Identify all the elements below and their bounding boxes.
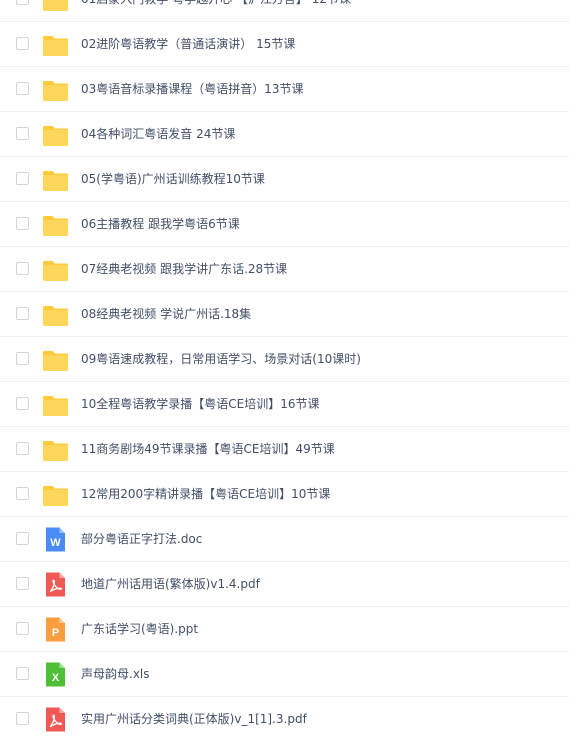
folder-icon[interactable] — [42, 256, 69, 283]
select-checkbox[interactable] — [16, 532, 29, 545]
file-row[interactable]: P 广东话学习(粤语).ppt — [0, 607, 569, 652]
file-row[interactable]: 05(学粤语)广州话训练教程10节课 — [0, 157, 569, 202]
file-row[interactable]: 12常用200字精讲录播【粤语CE培训】10节课 — [0, 472, 569, 517]
file-row[interactable]: X 声母韵母.xls — [0, 652, 569, 697]
file-list: 01启蒙入门教学 粤学越开心 【沪江方言】 12节课 02进阶粤语教学（普通话演讲… — [0, 0, 569, 733]
select-checkbox[interactable] — [16, 352, 29, 365]
folder-icon[interactable] — [42, 31, 69, 58]
file-name[interactable]: 地道广州话用语(繁体版)v1.4.pdf — [81, 575, 260, 593]
file-row[interactable]: 01启蒙入门教学 粤学越开心 【沪江方言】 12节课 — [0, 0, 569, 22]
folder-icon[interactable] — [42, 211, 69, 238]
file-name[interactable]: 09粤语速成教程，日常用语学习、场景对话(10课时) — [81, 350, 361, 368]
folder-icon[interactable] — [42, 166, 69, 193]
select-checkbox[interactable] — [16, 622, 29, 635]
file-name[interactable]: 03粤语音标录播课程（粤语拼音）13节课 — [81, 80, 304, 98]
file-row[interactable]: 08经典老视频 学说广州话.18集 — [0, 292, 569, 337]
select-checkbox[interactable] — [16, 667, 29, 680]
file-row[interactable]: 10全程粤语教学录播【粤语CE培训】16节课 — [0, 382, 569, 427]
folder-icon[interactable] — [42, 391, 69, 418]
file-row[interactable]: 06主播教程 跟我学粤语6节课 — [0, 202, 569, 247]
folder-icon[interactable] — [42, 481, 69, 508]
folder-icon[interactable] — [42, 121, 69, 148]
select-checkbox[interactable] — [16, 487, 29, 500]
select-checkbox[interactable] — [16, 442, 29, 455]
pdf-icon[interactable] — [42, 571, 69, 598]
select-checkbox[interactable] — [16, 217, 29, 230]
file-name[interactable]: 实用广州话分类词典(正体版)v_1[1].3.pdf — [81, 710, 307, 728]
file-name[interactable]: 广东话学习(粤语).ppt — [81, 620, 198, 638]
folder-icon[interactable] — [42, 76, 69, 103]
file-row[interactable]: 地道广州话用语(繁体版)v1.4.pdf — [0, 562, 569, 607]
svg-text:W: W — [50, 537, 61, 549]
select-checkbox[interactable] — [16, 262, 29, 275]
file-name[interactable]: 12常用200字精讲录播【粤语CE培训】10节课 — [81, 485, 330, 503]
powerpoint-icon[interactable]: P — [42, 616, 69, 643]
select-checkbox[interactable] — [16, 397, 29, 410]
folder-icon[interactable] — [42, 301, 69, 328]
file-name[interactable]: 05(学粤语)广州话训练教程10节课 — [81, 170, 265, 188]
folder-icon[interactable] — [42, 346, 69, 373]
file-row[interactable]: 03粤语音标录播课程（粤语拼音）13节课 — [0, 67, 569, 112]
pdf-icon[interactable] — [42, 706, 69, 733]
select-checkbox[interactable] — [16, 127, 29, 140]
file-row[interactable]: 11商务剧场49节课录播【粤语CE培训】49节课 — [0, 427, 569, 472]
file-name[interactable]: 02进阶粤语教学（普通话演讲） 15节课 — [81, 35, 295, 53]
file-row[interactable]: 09粤语速成教程，日常用语学习、场景对话(10课时) — [0, 337, 569, 382]
file-row[interactable]: 实用广州话分类词典(正体版)v_1[1].3.pdf — [0, 697, 569, 733]
select-checkbox[interactable] — [16, 37, 29, 50]
file-row[interactable]: 04各种词汇粤语发音 24节课 — [0, 112, 569, 157]
file-name[interactable]: 06主播教程 跟我学粤语6节课 — [81, 215, 240, 233]
file-name[interactable]: 声母韵母.xls — [81, 665, 150, 683]
file-row[interactable]: W 部分粤语正字打法.doc — [0, 517, 569, 562]
file-row[interactable]: 07经典老视频 跟我学讲广东话.28节课 — [0, 247, 569, 292]
select-checkbox[interactable] — [16, 577, 29, 590]
file-name[interactable]: 04各种词汇粤语发音 24节课 — [81, 125, 235, 143]
file-name[interactable]: 部分粤语正字打法.doc — [81, 530, 202, 548]
select-checkbox[interactable] — [16, 172, 29, 185]
excel-icon[interactable]: X — [42, 661, 69, 688]
folder-icon[interactable] — [42, 436, 69, 463]
file-row[interactable]: 02进阶粤语教学（普通话演讲） 15节课 — [0, 22, 569, 67]
svg-text:X: X — [52, 672, 60, 684]
svg-text:P: P — [52, 627, 59, 639]
folder-icon[interactable] — [42, 0, 69, 13]
file-name[interactable]: 08经典老视频 学说广州话.18集 — [81, 305, 251, 323]
select-checkbox[interactable] — [16, 0, 29, 5]
select-checkbox[interactable] — [16, 82, 29, 95]
file-name[interactable]: 10全程粤语教学录播【粤语CE培训】16节课 — [81, 395, 320, 413]
file-name[interactable]: 07经典老视频 跟我学讲广东话.28节课 — [81, 260, 287, 278]
select-checkbox[interactable] — [16, 712, 29, 725]
file-name[interactable]: 11商务剧场49节课录播【粤语CE培训】49节课 — [81, 440, 335, 458]
word-doc-icon[interactable]: W — [42, 526, 69, 553]
file-name[interactable]: 01启蒙入门教学 粤学越开心 【沪江方言】 12节课 — [81, 0, 351, 8]
select-checkbox[interactable] — [16, 307, 29, 320]
